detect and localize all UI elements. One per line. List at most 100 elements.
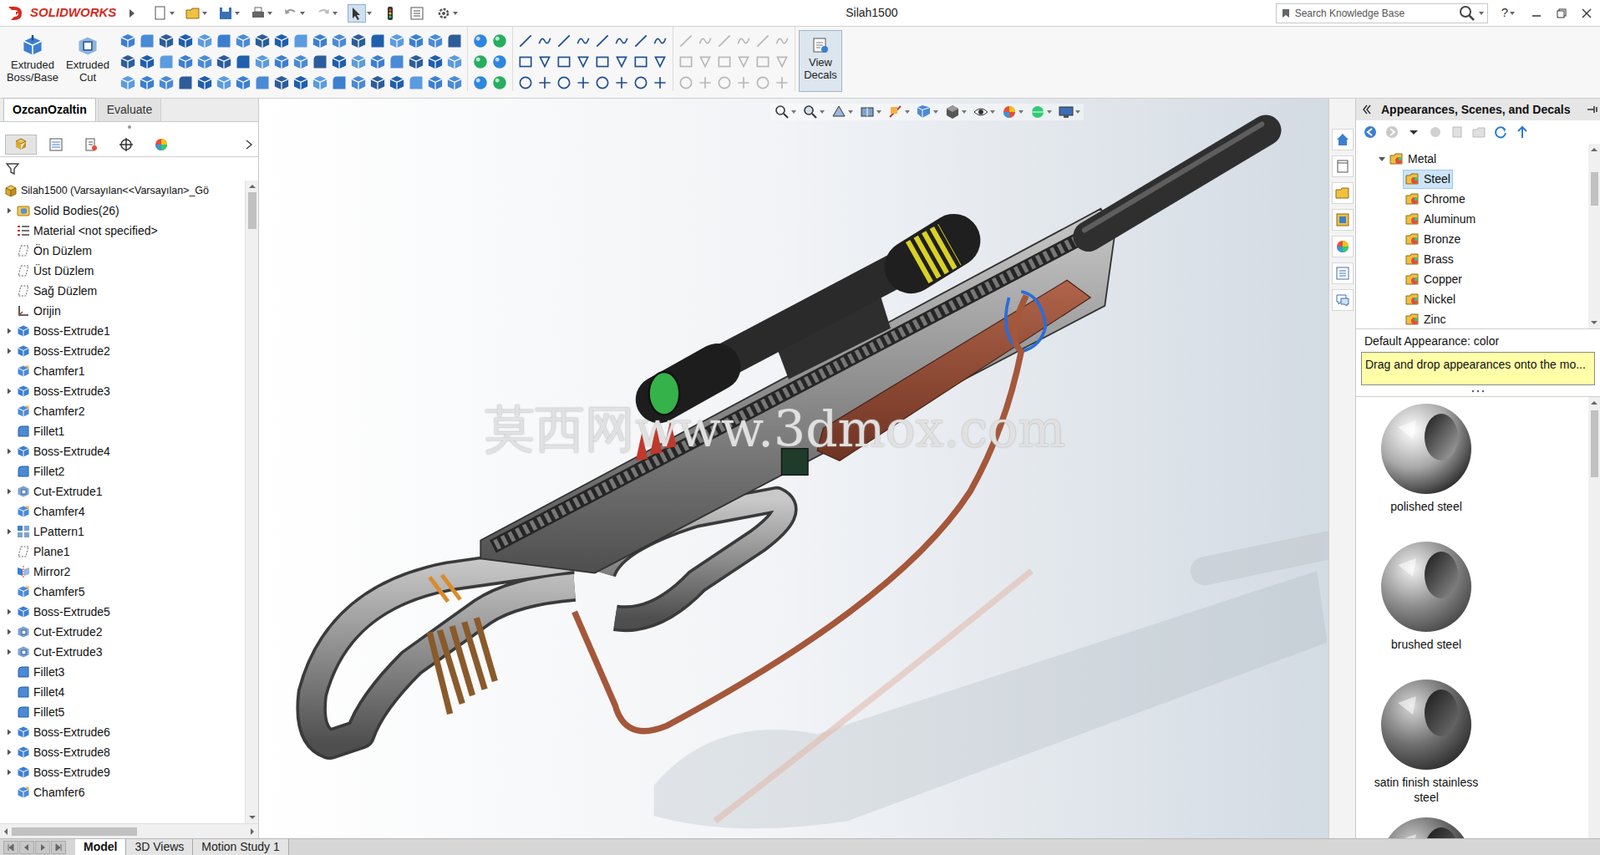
ribbon-tool-icon[interactable] [407,53,425,71]
tree-item[interactable]: Mirror2 [0,561,245,582]
tree-item[interactable]: Boss-Extrude9 [0,761,245,783]
zoom-to-fit-icon[interactable] [773,103,791,121]
ribbon-tool-icon[interactable] [426,74,444,92]
plane-icon[interactable] [16,284,31,298]
ribbon-tool-icon[interactable] [253,74,271,92]
tree-item[interactable]: Fillet1 [0,421,245,442]
heads-up-button[interactable] [1057,103,1081,121]
tree-item[interactable]: Solid Bodies(26) [0,200,245,221]
appearance-folder-item[interactable]: Brass [1356,248,1589,270]
tab-nav-button[interactable] [3,840,19,854]
decals-icon[interactable] [811,35,830,55]
add-to-favorites-icon[interactable] [1427,124,1443,140]
save-icon[interactable] [217,5,234,22]
remove-favorite-icon[interactable] [1449,124,1465,140]
ribbon-tool-icon[interactable] [574,32,592,50]
quick-access-button[interactable] [432,5,461,22]
heads-up-button[interactable] [972,103,996,121]
tree-item-label[interactable]: Orijin [33,302,61,320]
folder-item-label[interactable]: Zinc [1423,310,1446,329]
ribbon-tool-icon[interactable] [754,53,772,71]
tree-item[interactable]: Boss-Extrude2 [0,340,245,361]
scrollbar-thumb[interactable] [248,192,257,229]
ribbon-tool-icon[interactable] [273,32,290,50]
tree-item-label[interactable]: Fillet4 [33,683,65,701]
chamfer-icon[interactable] [16,785,31,799]
tree-item-label[interactable]: Boss-Extrude4 [33,442,111,461]
view-palette-icon[interactable] [1334,211,1352,229]
heads-up-button[interactable] [830,103,854,121]
fillet-icon[interactable] [16,705,31,719]
heads-up-button[interactable] [858,103,882,121]
tab-nav-button[interactable] [50,840,67,854]
ribbon-tool-icon[interactable] [253,53,271,71]
scroll-up-icon[interactable] [1589,396,1599,407]
command-tab[interactable]: Evaluate [97,97,162,122]
tree-item-label[interactable]: Fillet5 [33,703,65,722]
dropdown-caret-icon[interactable] [452,10,458,16]
vertical-scrollbar[interactable] [1588,396,1600,839]
tree-item-label[interactable]: Boss-Extrude5 [33,603,111,621]
dropdown-caret-icon[interactable] [990,109,996,115]
ribbon-tool-icon[interactable] [632,32,650,50]
tree-item-label[interactable]: Sağ Düzlem [33,282,97,300]
ribbon-tool-icon[interactable] [472,53,489,71]
ribbon-tool-icon[interactable] [754,32,772,50]
tree-item[interactable]: Boss-Extrude5 [0,601,245,622]
tree-item[interactable]: Üst Düzlem [0,260,245,281]
manager-tab[interactable] [5,134,37,155]
chamfer-icon[interactable] [16,404,31,418]
ribbon-tool-icon[interactable] [613,74,630,92]
tree-item-label[interactable]: Cut-Extrude3 [33,643,102,661]
appearance-folder-item[interactable]: Nickel [1356,289,1589,310]
dropdown-caret-icon[interactable] [202,10,208,16]
display-style-icon[interactable] [944,103,961,121]
forum-icon[interactable] [1334,291,1352,309]
ribbon-tool-icon[interactable] [119,74,137,92]
part-icon[interactable] [3,182,19,199]
expand-arrow-icon[interactable] [5,607,14,616]
tree-item[interactable]: Chamfer1 [0,360,245,381]
tree-item-label[interactable]: Boss-Extrude2 [33,342,111,361]
ribbon-tool-icon[interactable] [157,53,175,71]
ribbon-tool-icon[interactable] [407,32,425,50]
folder-item-label[interactable]: Copper [1423,270,1463,289]
ribbon-tool-icon[interactable] [555,53,573,71]
help-button[interactable]: ? [1501,3,1509,23]
logo-text[interactable]: SOLIDWORKS [30,3,117,23]
ribbon-tool-icon[interactable] [491,74,508,92]
bottom-tab[interactable]: Model [75,838,127,855]
appearance-folder-item[interactable]: Copper [1356,269,1589,290]
plane-icon[interactable] [16,264,31,278]
tree-root[interactable]: Silah1500 (Varsayılan<<Varsayılan>_Gö [0,180,245,201]
appearance-folder-icon[interactable] [1405,311,1421,327]
ribbon-tool-icon[interactable] [292,74,310,92]
appearances-icon[interactable] [1334,238,1352,255]
section-view-icon[interactable] [858,103,876,121]
tree-item[interactable]: Sağ Düzlem [0,280,245,301]
expand-arrow-icon[interactable] [5,527,14,536]
ribbon-tool-icon[interactable] [446,74,463,92]
ribbon-tool-icon[interactable] [273,74,290,92]
solid-bodies-icon[interactable] [16,203,31,218]
expand-arrow-icon[interactable] [5,446,14,456]
extrude-icon[interactable] [16,604,31,619]
help-menu[interactable]: ? [1501,3,1515,23]
task-pane-tab[interactable] [1331,128,1354,151]
dynamic-annotation-icon[interactable] [887,103,905,121]
ribbon-tool-icon[interactable] [613,32,630,50]
appearance-folder-item-box[interactable]: Nickel [1402,289,1458,310]
appearance-folder-item[interactable]: Aluminum [1356,208,1589,229]
search-box[interactable] [1275,3,1489,24]
appearance-folder-item-box[interactable]: Zinc [1402,309,1448,330]
view-decals-label[interactable]: View Decals [799,55,842,82]
quick-access-button[interactable] [406,5,428,22]
ribbon-tool-icon[interactable] [536,74,554,92]
tree-item[interactable]: Boss-Extrude8 [0,741,245,762]
ribbon-tool-icon[interactable] [773,53,791,71]
ribbon-tool-icon[interactable] [677,32,695,50]
fillet-icon[interactable] [16,685,31,699]
manager-tab[interactable] [145,134,178,155]
appearance-folder-item[interactable]: Chrome [1356,188,1589,209]
dropdown-caret-icon[interactable] [933,109,939,115]
